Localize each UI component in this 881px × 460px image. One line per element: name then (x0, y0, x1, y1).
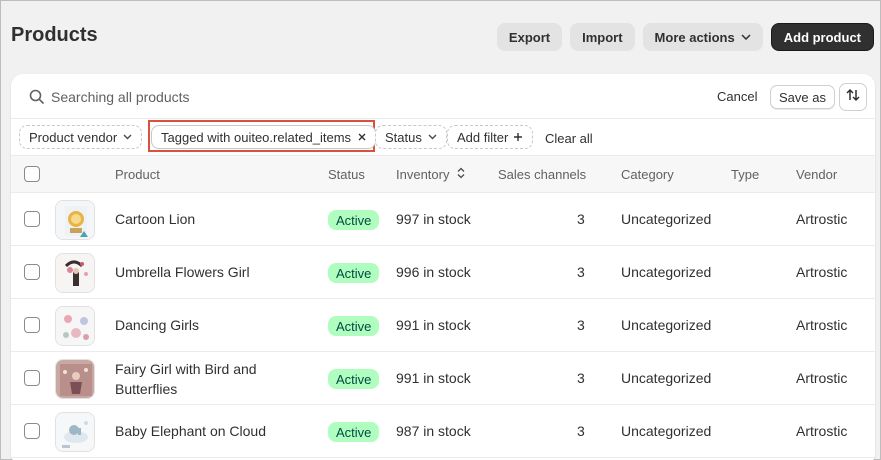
column-inventory[interactable]: Inventory (396, 167, 465, 182)
close-icon[interactable] (358, 130, 366, 144)
sort-icon (845, 87, 861, 108)
sales-channels-value: 3 (577, 211, 585, 227)
sales-channels-value: 3 (577, 370, 585, 386)
row-checkbox[interactable] (24, 264, 40, 280)
inventory-value: 991 in stock (396, 317, 471, 333)
status-badge: Active (328, 316, 380, 336)
product-name[interactable]: Baby Elephant on Cloud (115, 423, 266, 439)
sales-channels-value: 3 (577, 423, 585, 439)
category-value: Uncategorized (621, 264, 712, 280)
row-checkbox[interactable] (24, 211, 40, 227)
add-filter-button[interactable]: Add filter (447, 125, 534, 149)
vendor-value: Artrostic (796, 317, 848, 333)
column-status[interactable]: Status (328, 167, 365, 182)
search-icon (29, 89, 45, 105)
plus-icon (513, 129, 523, 145)
product-thumbnail (55, 359, 95, 399)
column-type[interactable]: Type (731, 167, 759, 182)
product-thumbnail (55, 412, 95, 452)
row-checkbox[interactable] (24, 370, 40, 386)
tagged-filter-label: Tagged with ouiteo.related_items (161, 129, 352, 145)
filter-row: Product vendor Tagged with ouiteo.relate… (11, 119, 875, 156)
status-badge: Active (328, 422, 380, 442)
header-actions: Export Import More actions Add product (496, 23, 874, 51)
inventory-value: 987 in stock (396, 423, 471, 439)
save-as-button[interactable]: Save as (770, 85, 835, 109)
product-vendor-filter-label: Product vendor (29, 129, 118, 145)
status-filter-label: Status (385, 129, 422, 145)
product-thumbnail (55, 200, 95, 240)
chevron-down-icon (123, 132, 132, 142)
vendor-value: Artrostic (796, 370, 848, 386)
category-value: Uncategorized (621, 370, 712, 386)
status-filter[interactable]: Status (375, 125, 447, 149)
product-name-line2[interactable]: Butterflies (115, 381, 177, 397)
status-badge: Active (328, 369, 380, 389)
sort-button[interactable] (839, 83, 867, 111)
select-all-checkbox[interactable] (24, 166, 40, 182)
search-row: Cancel Save as (11, 74, 875, 119)
category-value: Uncategorized (621, 211, 712, 227)
more-actions-button[interactable]: More actions (642, 23, 763, 51)
status-badge: Active (328, 210, 380, 230)
product-thumbnail (55, 306, 95, 346)
table-row[interactable]: Dancing Girls Active 991 in stock 3 Unca… (11, 299, 875, 352)
row-checkbox[interactable] (24, 317, 40, 333)
vendor-value: Artrostic (796, 264, 848, 280)
sort-icon (457, 167, 465, 182)
column-vendor[interactable]: Vendor (796, 167, 837, 182)
more-actions-label: More actions (654, 29, 735, 45)
product-name[interactable]: Umbrella Flowers Girl (115, 264, 250, 280)
category-value: Uncategorized (621, 317, 712, 333)
table-row[interactable]: Cartoon Lion Active 997 in stock 3 Uncat… (11, 193, 875, 246)
row-checkbox[interactable] (24, 423, 40, 439)
chevron-down-icon (741, 32, 751, 43)
product-thumbnail (55, 253, 95, 293)
table-header: Product Status Inventory Sales channels … (11, 156, 875, 193)
page-title: Products (11, 24, 98, 46)
product-vendor-filter[interactable]: Product vendor (19, 125, 143, 149)
inventory-value: 997 in stock (396, 211, 471, 227)
table-row[interactable]: Fairy Girl with Bird and Butterflies Act… (11, 352, 875, 405)
search-input[interactable] (51, 87, 691, 107)
category-value: Uncategorized (621, 423, 712, 439)
column-product[interactable]: Product (115, 167, 160, 182)
sales-channels-value: 3 (577, 317, 585, 333)
sales-channels-value: 3 (577, 264, 585, 280)
add-product-button[interactable]: Add product (770, 23, 874, 51)
inventory-value: 991 in stock (396, 370, 471, 386)
import-button[interactable]: Import (570, 23, 635, 51)
cancel-button[interactable]: Cancel (717, 89, 757, 104)
column-sales-channels[interactable]: Sales channels (498, 167, 586, 182)
clear-all-button[interactable]: Clear all (545, 131, 593, 146)
vendor-value: Artrostic (796, 423, 848, 439)
products-card: Cancel Save as Product vendor Tagged wit… (11, 74, 875, 460)
product-name[interactable]: Cartoon Lion (115, 211, 195, 227)
page-header: Products Export Import More actions Add … (1, 1, 880, 73)
status-badge: Active (328, 263, 380, 283)
table-row[interactable]: Baby Elephant on Cloud Active 987 in sto… (11, 405, 875, 458)
tagged-filter[interactable]: Tagged with ouiteo.related_items (151, 125, 377, 149)
product-name[interactable]: Fairy Girl with Bird and (115, 361, 257, 377)
table-row[interactable]: Umbrella Flowers Girl Active 996 in stoc… (11, 246, 875, 299)
export-button[interactable]: Export (496, 23, 563, 51)
column-category[interactable]: Category (621, 167, 674, 182)
column-inventory-label: Inventory (396, 167, 450, 182)
chevron-down-icon (428, 132, 437, 142)
add-filter-label: Add filter (457, 129, 509, 145)
product-name[interactable]: Dancing Girls (115, 317, 199, 333)
vendor-value: Artrostic (796, 211, 848, 227)
inventory-value: 996 in stock (396, 264, 471, 280)
search-box[interactable] (19, 82, 699, 112)
